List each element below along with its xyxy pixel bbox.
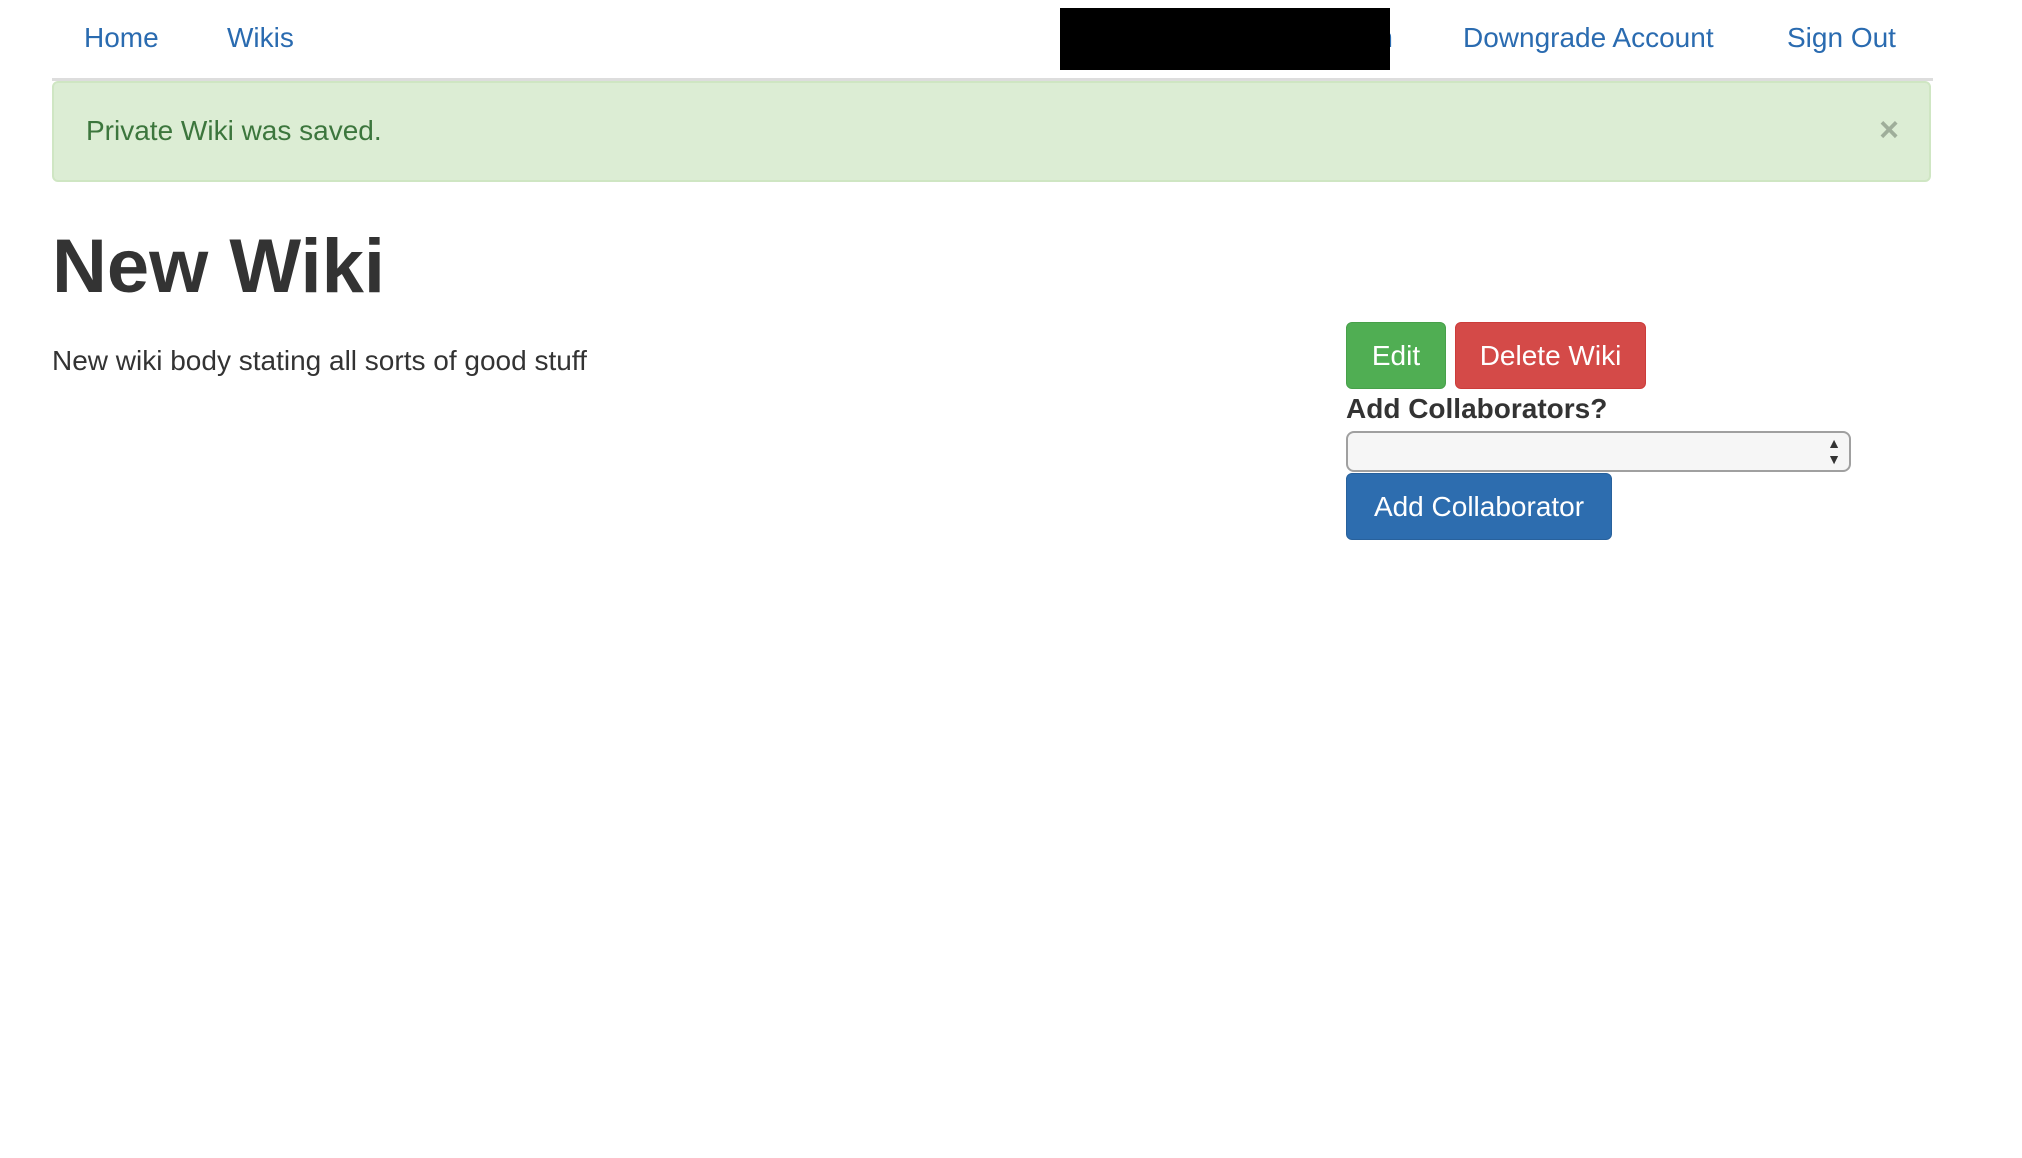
nav-sign-out-link[interactable]: Sign Out [1787, 20, 1896, 56]
collaborator-select[interactable]: ▲ ▼ [1346, 431, 1851, 472]
add-collaborator-button[interactable]: Add Collaborator [1346, 473, 1612, 540]
add-collaborators-label: Add Collaborators? [1346, 393, 1608, 424]
edit-button[interactable]: Edit [1346, 322, 1446, 389]
nav-home-link[interactable]: Home [84, 20, 159, 56]
top-nav: Home Wikis com Downgrade Account Sign Ou… [52, 0, 1933, 81]
delete-wiki-button[interactable]: Delete Wiki [1455, 322, 1646, 389]
alert-message: Private Wiki was saved. [86, 115, 382, 146]
nav-downgrade-account-link[interactable]: Downgrade Account [1463, 20, 1714, 56]
success-alert: Private Wiki was saved. × [52, 81, 1931, 182]
nav-wikis-link[interactable]: Wikis [227, 20, 294, 56]
select-arrows-icon: ▲ ▼ [1827, 435, 1841, 467]
redacted-email [1060, 8, 1390, 70]
page-title: New Wiki [52, 224, 385, 309]
close-icon[interactable]: × [1879, 113, 1899, 147]
wiki-body: New wiki body stating all sorts of good … [52, 345, 587, 376]
